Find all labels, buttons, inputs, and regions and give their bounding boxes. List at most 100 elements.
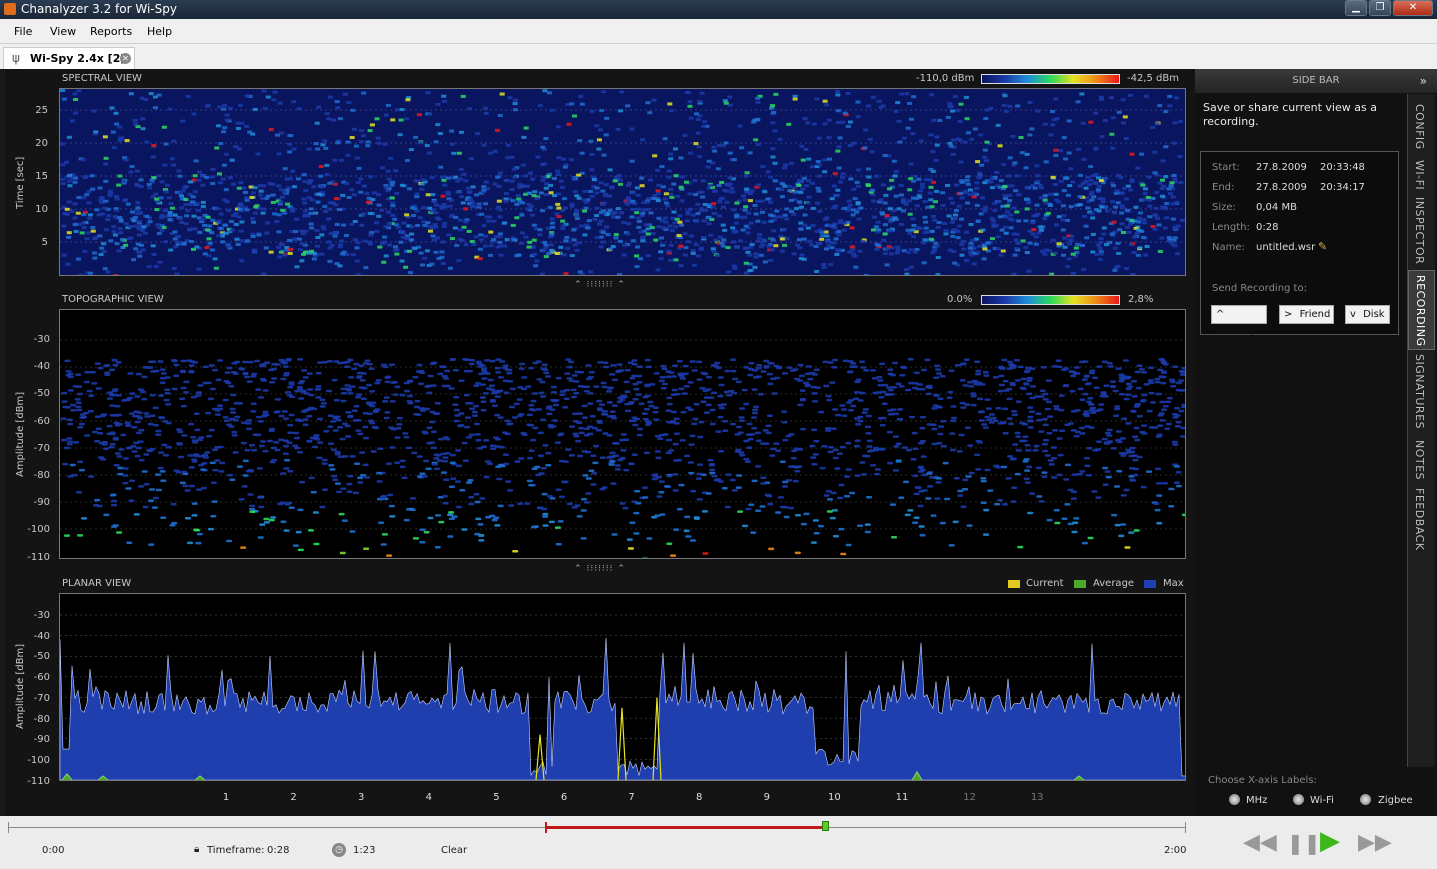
menu-reports[interactable]: Reports: [90, 25, 132, 38]
close-button[interactable]: ✕: [1393, 0, 1433, 16]
spectral-cell: [753, 138, 759, 142]
topo-cell: [732, 377, 739, 381]
topo-cell: [658, 379, 665, 383]
spectral-cell: [549, 248, 555, 252]
spectral-cell: [537, 233, 543, 237]
timeline-start-handle[interactable]: [545, 822, 547, 833]
spectral-cell: [636, 219, 642, 223]
fast-forward-icon[interactable]: ▶▶: [1358, 830, 1392, 855]
menu-view[interactable]: View: [50, 25, 76, 38]
spectral-cell: [169, 157, 175, 161]
spectral-cell: [98, 252, 104, 256]
topo-cell: [800, 427, 807, 431]
lock-icon[interactable]: 🔒︎: [194, 844, 199, 855]
clear-button[interactable]: Clear: [441, 845, 467, 856]
topo-cell: [859, 461, 866, 464]
topo-cell: [465, 401, 472, 405]
tab-wifi[interactable]: WI-FI: [1408, 156, 1435, 193]
topo-cell: [974, 453, 981, 457]
topographic-plot[interactable]: [59, 309, 1186, 559]
spectral-cell: [207, 241, 213, 245]
send-disk-button[interactable]: v Disk: [1345, 305, 1390, 324]
radio-zigbee[interactable]: [1360, 794, 1371, 805]
spectral-cell: [83, 174, 89, 178]
send-friend-button[interactable]: > Friend: [1279, 305, 1334, 324]
maximize-button[interactable]: ❐: [1369, 0, 1391, 16]
topo-cell: [705, 388, 712, 391]
spectral-cell: [497, 208, 503, 212]
spectral-cell: [386, 177, 392, 181]
splitter-handle[interactable]: ⌃ ⁝⁝⁝⁝⁝⁝⁝ ⌃: [570, 280, 630, 290]
topo-cell: [697, 435, 704, 439]
topo-cell: [845, 543, 852, 547]
timeline-playhead[interactable]: [822, 821, 829, 831]
tab-inspector[interactable]: INSPECTOR: [1408, 193, 1435, 270]
tab-notes[interactable]: NOTES: [1408, 436, 1435, 484]
spectral-plot[interactable]: [59, 88, 1186, 276]
topo-cell: [388, 504, 395, 508]
spectral-cell: [177, 217, 183, 221]
spectral-cell: [106, 214, 112, 218]
device-tab[interactable]: ψ Wi-Spy 2.4x [2] ✕: [3, 47, 135, 69]
send-library-button[interactable]: ^ Library: [1211, 305, 1267, 337]
topo-tick: -30: [33, 334, 50, 345]
collapse-sidebar-icon[interactable]: »: [1420, 69, 1427, 93]
spectral-cell: [276, 213, 282, 217]
radio-wifi[interactable]: [1293, 794, 1304, 805]
topo-cell: [507, 489, 514, 492]
spectral-cell: [677, 220, 683, 224]
topo-cell: [125, 424, 132, 427]
topo-cell: [1042, 423, 1049, 427]
close-tab-icon[interactable]: ✕: [120, 53, 131, 64]
spectral-cell: [222, 198, 228, 202]
play-icon[interactable]: ▶: [1320, 826, 1340, 856]
planar-plot[interactable]: [59, 593, 1186, 781]
rewind-icon[interactable]: ◀◀: [1243, 830, 1277, 855]
radio-mhz[interactable]: [1229, 794, 1240, 805]
name-value[interactable]: untitled.wsr: [1256, 242, 1315, 253]
spectral-cell: [148, 92, 154, 96]
edit-name-icon[interactable]: ✎: [1318, 240, 1327, 253]
topo-cell: [143, 483, 150, 486]
minimize-button[interactable]: ▁: [1345, 0, 1367, 16]
topo-cell: [170, 502, 177, 506]
topo-cell: [826, 498, 833, 501]
spectral-cell: [146, 265, 152, 269]
topo-cell: [1041, 442, 1048, 446]
timeline-selection[interactable]: [546, 826, 826, 829]
menu-help[interactable]: Help: [147, 25, 172, 38]
spectral-cell: [528, 171, 534, 175]
topo-cell: [632, 382, 639, 386]
channel-tick: 12: [963, 792, 976, 803]
topo-cell: [913, 371, 920, 375]
spectral-cell: [598, 181, 604, 185]
spectral-cell: [879, 211, 885, 215]
spectral-cell: [947, 248, 953, 252]
topo-cell: [578, 431, 585, 435]
topo-cell: [712, 364, 719, 368]
spectral-cell: [671, 210, 677, 214]
spectral-cell: [613, 236, 619, 240]
tab-feedback[interactable]: FEEDBACK: [1408, 484, 1435, 558]
tab-signatures[interactable]: SIGNATURES: [1408, 350, 1435, 436]
spectral-cell: [959, 243, 965, 247]
spectral-cell: [214, 146, 220, 150]
splitter-handle[interactable]: ⌃ ⁝⁝⁝⁝⁝⁝⁝ ⌃: [570, 564, 630, 574]
planar-tick: -110: [27, 775, 50, 787]
tab-config[interactable]: CONFIG: [1408, 98, 1435, 156]
topo-cell: [1059, 429, 1066, 433]
spectral-cell: [743, 174, 749, 178]
spectral-cell: [76, 196, 82, 200]
topo-cell: [429, 441, 436, 444]
topo-cell: [159, 470, 166, 473]
topo-cell: [467, 478, 474, 482]
pause-icon[interactable]: ❚❚: [1287, 831, 1321, 855]
spectral-cell: [656, 216, 662, 220]
spectral-cell: [1120, 230, 1126, 234]
topo-cell: [537, 454, 544, 458]
spectral-cell: [1115, 241, 1121, 245]
menu-file[interactable]: File: [14, 25, 32, 38]
topo-cell: [264, 361, 271, 364]
tab-recording[interactable]: RECORDING: [1408, 270, 1435, 350]
spectral-cell: [1121, 121, 1127, 125]
